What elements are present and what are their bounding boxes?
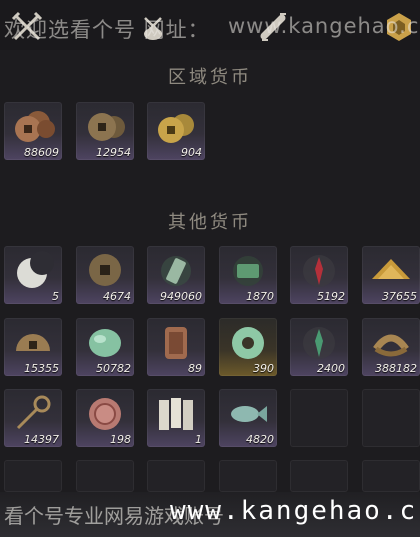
- item-quantity: 89: [188, 362, 202, 375]
- crescent-moon-icon: [17, 251, 54, 288]
- item-quantity: 5192: [317, 290, 345, 303]
- empty-slot: [219, 460, 277, 492]
- golden-grain-icon: [372, 259, 410, 279]
- top-watermark: 欢迎选看个号 网址： www.kangehao.c: [0, 14, 420, 40]
- jade-token-icon: [161, 256, 191, 286]
- currency-tile[interactable]: 4820: [219, 389, 277, 447]
- item-quantity: 2400: [317, 362, 345, 375]
- currency-tile[interactable]: 37655: [362, 246, 420, 304]
- item-quantity: 5: [52, 290, 59, 303]
- item-quantity: 1: [195, 433, 202, 446]
- red-spirit-icon: [303, 255, 335, 287]
- jade-fish-icon: [231, 406, 267, 422]
- scroll-icon[interactable]: [256, 10, 290, 44]
- empty-slot: [362, 460, 420, 492]
- top-toolbar: 欢迎选看个号 网址： www.kangehao.c: [0, 0, 420, 50]
- empty-slot: [4, 460, 62, 492]
- currency-tile[interactable]: 390: [219, 318, 277, 376]
- currency-tile[interactable]: 1870: [219, 246, 277, 304]
- jade-disc-icon: [232, 327, 264, 359]
- empty-slot: [362, 389, 420, 447]
- empty-slot: [290, 389, 348, 447]
- paper-notes-icon: [159, 398, 193, 430]
- item-quantity: 37655: [382, 290, 417, 303]
- jade-stone-icon: [89, 329, 121, 357]
- regional-currency-title: 区域货币: [168, 67, 252, 88]
- currency-tile[interactable]: 14397: [4, 389, 62, 447]
- copper-coins-icon: [88, 113, 125, 141]
- red-seal-icon: [89, 398, 121, 430]
- item-quantity: 14397: [24, 433, 59, 446]
- square-hole-coin-icon: [89, 254, 121, 286]
- item-quantity: 4674: [103, 290, 131, 303]
- currency-tile[interactable]: 89: [147, 318, 205, 376]
- item-quantity: 949060: [160, 290, 202, 303]
- key-coin-icon: [16, 395, 51, 430]
- watermark-url: www.kangehao.c: [170, 496, 418, 526]
- currency-tile[interactable]: 50782: [76, 318, 134, 376]
- item-quantity: 88609: [24, 146, 59, 159]
- empty-slot: [290, 460, 348, 492]
- half-moon-coin-icon: [16, 334, 50, 351]
- item-quantity: 1870: [246, 290, 274, 303]
- empty-slot: [76, 460, 134, 492]
- currency-tile[interactable]: 12954: [76, 102, 134, 160]
- jade-ticket-icon: [233, 256, 263, 286]
- currency-tile[interactable]: 5: [4, 246, 62, 304]
- crossed-swords-icon[interactable]: [10, 10, 44, 44]
- currency-tile[interactable]: 388182: [362, 318, 420, 376]
- other-currency-title: 其他货币: [168, 212, 252, 233]
- currency-tile[interactable]: 88609: [4, 102, 62, 160]
- item-quantity: 15355: [24, 362, 59, 375]
- item-quantity: 390: [253, 362, 274, 375]
- item-quantity: 198: [110, 433, 131, 446]
- currency-tile[interactable]: 949060: [147, 246, 205, 304]
- item-quantity: 388182: [375, 362, 417, 375]
- currency-tile[interactable]: 4674: [76, 246, 134, 304]
- coin-string-icon: [373, 334, 409, 357]
- item-quantity: 12954: [96, 146, 131, 159]
- bottom-watermark: 看个号专业网易游戏账号 www.kangehao.c: [0, 492, 420, 537]
- gold-coins-icon: [158, 114, 194, 143]
- item-quantity: 4820: [246, 433, 274, 446]
- currency-tile[interactable]: 5192: [290, 246, 348, 304]
- empty-slot: [147, 460, 205, 492]
- pouch-icon[interactable]: [136, 10, 170, 44]
- green-spirit-icon: [303, 327, 335, 359]
- item-quantity: 50782: [96, 362, 131, 375]
- currency-tile[interactable]: 15355: [4, 318, 62, 376]
- bronze-tablet-icon: [165, 327, 187, 359]
- currency-tile[interactable]: 198: [76, 389, 134, 447]
- currency-tile[interactable]: 2400: [290, 318, 348, 376]
- item-quantity: 904: [181, 146, 202, 159]
- gold-badge-icon[interactable]: [382, 10, 416, 44]
- currency-tile[interactable]: 1: [147, 389, 205, 447]
- copper-coin-stack-icon: [15, 111, 55, 142]
- currency-tile[interactable]: 904: [147, 102, 205, 160]
